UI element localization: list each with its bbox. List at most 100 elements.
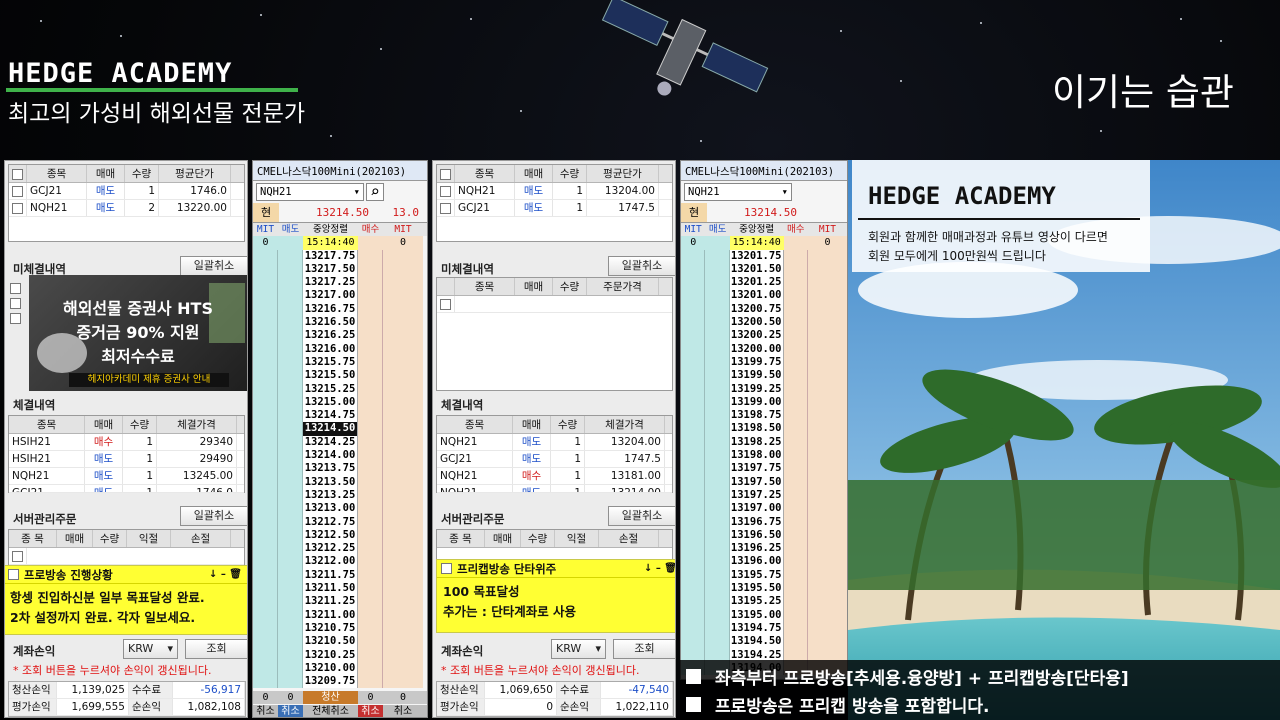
- buy-cell[interactable]: [358, 621, 383, 636]
- mit-sell-cell[interactable]: [253, 409, 278, 423]
- buy-cell[interactable]: [358, 648, 383, 662]
- ladder-row[interactable]: 13212.50: [253, 528, 427, 543]
- table-row[interactable]: NQH21 매도 2 13220.00: [9, 200, 244, 217]
- currency-select[interactable]: KRW ▾: [551, 639, 606, 659]
- mit-sell-cell[interactable]: [253, 488, 278, 503]
- mit-buy-cell[interactable]: [807, 289, 847, 303]
- sell-cell[interactable]: [705, 582, 730, 596]
- table-row[interactable]: GCJ21 매도 1 1747.5: [437, 451, 672, 468]
- mit-buy-cell[interactable]: [383, 621, 423, 636]
- ladder-row[interactable]: 13213.75: [253, 462, 427, 476]
- mit-buy-cell[interactable]: [807, 355, 847, 370]
- ladder-row[interactable]: 13201.75: [681, 249, 847, 263]
- mit-sell-cell[interactable]: [681, 355, 706, 370]
- buy-cell[interactable]: [358, 675, 383, 689]
- buy-cell[interactable]: [358, 316, 383, 330]
- ladder-row[interactable]: 13195.25: [681, 595, 847, 609]
- sell-cell[interactable]: [278, 449, 303, 463]
- sell-cell[interactable]: [705, 462, 730, 476]
- buy-cell[interactable]: [358, 595, 383, 609]
- sell-cell[interactable]: [278, 595, 303, 609]
- mit-buy-cell[interactable]: [383, 475, 423, 489]
- sell-cell[interactable]: [705, 262, 730, 277]
- mit-buy-cell[interactable]: [383, 648, 423, 662]
- buy-cell[interactable]: [358, 661, 383, 676]
- mit-buy-cell[interactable]: [383, 568, 423, 583]
- buy-cell[interactable]: [358, 409, 383, 423]
- sell-cell[interactable]: [278, 475, 303, 489]
- ladder-row[interactable]: 13196.25: [681, 542, 847, 556]
- buy-cell[interactable]: [358, 515, 383, 529]
- note-controls-icon[interactable]: ↓ – 🗑: [209, 569, 242, 580]
- ladder-row[interactable]: 13217.25: [253, 276, 427, 290]
- ladder-row[interactable]: 13201.50: [681, 262, 847, 277]
- sell-cell[interactable]: [705, 316, 730, 330]
- sell-cell[interactable]: [278, 608, 303, 622]
- table-row[interactable]: HSIH21 매수 1 29340: [9, 434, 244, 451]
- buy-cell[interactable]: [783, 582, 808, 596]
- sell-cell[interactable]: [278, 289, 303, 303]
- table-row[interactable]: HSIH21 매도 1 29490: [9, 451, 244, 468]
- mit-buy-cell[interactable]: [383, 528, 423, 543]
- ladder-row[interactable]: 13198.25: [681, 435, 847, 450]
- mit-buy-cell[interactable]: [383, 635, 423, 649]
- sell-cell[interactable]: [278, 648, 303, 662]
- sell-cell[interactable]: [705, 369, 730, 383]
- mit-buy-cell[interactable]: [383, 276, 423, 290]
- sell-cell[interactable]: [705, 475, 730, 489]
- sell-cell[interactable]: [278, 661, 303, 676]
- ladder-row[interactable]: 13212.25: [253, 542, 427, 556]
- sell-cell[interactable]: [278, 435, 303, 450]
- sell-cell[interactable]: [278, 369, 303, 383]
- mit-sell-cell[interactable]: [253, 329, 278, 343]
- mit-sell-cell[interactable]: [681, 635, 706, 649]
- ladder-row[interactable]: 13196.75: [681, 515, 847, 529]
- mit-sell-cell[interactable]: [681, 595, 706, 609]
- sell-cell[interactable]: [278, 621, 303, 636]
- ladder-row[interactable]: 13198.00: [681, 449, 847, 463]
- ladder-row[interactable]: 13210.75: [253, 621, 427, 636]
- broker-ad-banner[interactable]: 해외선물 증권사 HTS 증거금 90% 지원 최저수수료 헤지아카데미 제휴 …: [29, 275, 247, 391]
- mit-sell-cell[interactable]: [681, 302, 706, 317]
- ladder-row[interactable]: 13199.25: [681, 382, 847, 396]
- ladder-row[interactable]: 13200.25: [681, 329, 847, 343]
- currency-select[interactable]: KRW ▾: [123, 639, 178, 659]
- mit-buy-cell[interactable]: [807, 329, 847, 343]
- mit-sell-cell[interactable]: [253, 542, 278, 556]
- mit-buy-cell[interactable]: [807, 342, 847, 356]
- ladder-row[interactable]: 13200.50: [681, 316, 847, 330]
- buy-cell[interactable]: [358, 582, 383, 596]
- sell-cell[interactable]: [278, 582, 303, 596]
- ladder-row[interactable]: 13210.50: [253, 635, 427, 649]
- ladder-row[interactable]: 13194.75: [681, 621, 847, 636]
- buy-cell[interactable]: [358, 342, 383, 356]
- sell-cell[interactable]: [705, 608, 730, 622]
- mit-buy-cell[interactable]: [807, 276, 847, 290]
- buy-cell[interactable]: [358, 449, 383, 463]
- buy-cell[interactable]: [783, 542, 808, 556]
- sell-cell[interactable]: [705, 395, 730, 410]
- mit-sell-cell[interactable]: [681, 422, 706, 436]
- server-cancel-all-button[interactable]: 일괄취소: [180, 506, 247, 526]
- mit-buy-cell[interactable]: [383, 249, 423, 263]
- mit-sell-cell[interactable]: [681, 502, 706, 516]
- ladder-row[interactable]: 13211.25: [253, 595, 427, 609]
- sell-cell[interactable]: [278, 568, 303, 583]
- ladder-row[interactable]: 13199.75: [681, 355, 847, 370]
- sell-cell[interactable]: [278, 555, 303, 569]
- sell-cell[interactable]: [278, 422, 303, 436]
- ladder-row[interactable]: 13195.50: [681, 582, 847, 596]
- mit-sell-cell[interactable]: [253, 675, 278, 689]
- ladder-row[interactable]: 13199.50: [681, 369, 847, 383]
- buy-cell[interactable]: [358, 329, 383, 343]
- buy-cell[interactable]: [783, 568, 808, 583]
- ladder-row[interactable]: 13211.75: [253, 568, 427, 583]
- mit-sell-cell[interactable]: [253, 435, 278, 450]
- mit-buy-cell[interactable]: [383, 382, 423, 396]
- ladder-row[interactable]: 13213.00: [253, 502, 427, 516]
- buy-cell[interactable]: [358, 369, 383, 383]
- ladder-row[interactable]: 13215.00: [253, 395, 427, 410]
- sell-cell[interactable]: [705, 635, 730, 649]
- ladder-row[interactable]: 13217.75: [253, 249, 427, 263]
- cancel-all-button[interactable]: 일괄취소: [608, 256, 675, 276]
